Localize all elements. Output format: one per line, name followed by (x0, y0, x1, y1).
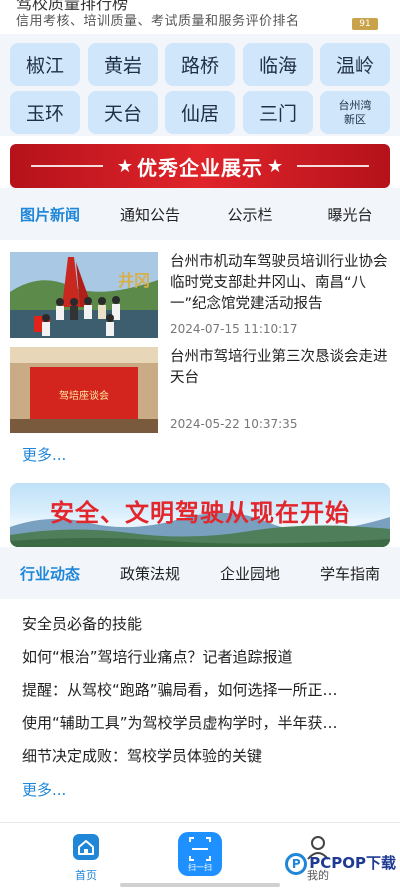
news-thumbnail: 驾培座谈会 (10, 347, 158, 433)
enterprise-banner-label: 优秀企业展示 (137, 155, 263, 180)
article-item[interactable]: 使用“辅助工具”为驾校学员虚构学时，半年获… (22, 711, 382, 744)
region-button-huangyan[interactable]: 黄岩 (88, 43, 158, 86)
news-title: 台州市驾培行业第三次恳谈会走进天台 (170, 349, 388, 386)
region-button-sanmen[interactable]: 三门 (243, 91, 313, 134)
star-icon: ★ (116, 155, 133, 177)
tab-notices[interactable]: 通知公告 (100, 204, 200, 225)
industry-tabs: 行业动态 政策法规 企业园地 学车指南 (0, 547, 400, 599)
tab-exposure[interactable]: 曝光台 (300, 204, 400, 225)
page-subtitle: 信用考核、培训质量、考试质量和服务评价排名 (16, 14, 300, 29)
tab-enterprise-garden[interactable]: 企业园地 (200, 563, 300, 584)
nav-scan[interactable]: 扫一扫 (178, 832, 222, 876)
region-button-yuhuan[interactable]: 玉环 (10, 91, 80, 134)
article-item[interactable]: 提醒：从驾校“跑路”骗局看，如何选择一所正… (22, 678, 382, 711)
watermark-icon: P (285, 852, 308, 875)
region-button-xianju[interactable]: 仙居 (165, 91, 235, 134)
region-button-luqiao[interactable]: 路桥 (165, 43, 235, 86)
safety-slogan: 安全、文明驾驶从现在开始 (50, 499, 350, 527)
watermark-logo: P PCPOP下载 (285, 852, 396, 875)
more-articles-link[interactable]: 更多... (22, 779, 66, 800)
watermark-text: PCPOP下载 (309, 854, 396, 872)
news-date: 2024-05-22 10:37:35 (170, 417, 298, 431)
region-button-linhai[interactable]: 临海 (243, 43, 313, 86)
svg-text:井冈: 井冈 (118, 271, 150, 290)
enterprise-showcase-banner[interactable]: ★ 优秀企业展示 ★ (10, 144, 390, 188)
news-item[interactable]: 井冈 台州市机动车驾驶员培训行业协会临时党支部赴井冈山、南昌“八一”纪念馆党建活… (10, 252, 390, 342)
tab-bulletin[interactable]: 公示栏 (200, 204, 300, 225)
article-item[interactable]: 安全员必备的技能 (22, 612, 382, 645)
nav-home-label: 首页 (75, 869, 97, 882)
news-date: 2024-07-15 11:10:17 (170, 322, 298, 336)
nav-home[interactable]: 首页 (62, 833, 110, 883)
tab-learner-guide[interactable]: 学车指南 (300, 563, 400, 584)
banner-divider-right (297, 165, 370, 167)
news-item[interactable]: 驾培座谈会 台州市驾培行业第三次恳谈会走进天台 2024-05-22 10:37… (10, 347, 390, 435)
news-title: 台州市机动车驾驶员培训行业协会临时党支部赴井冈山、南昌“八一”纪念馆党建活动报告 (170, 254, 388, 312)
region-label-taizhou-bay: 台州湾新区 (338, 98, 372, 126)
tab-picture-news[interactable]: 图片新闻 (0, 204, 100, 225)
tab-policies[interactable]: 政策法规 (100, 563, 200, 584)
tab-industry-news[interactable]: 行业动态 (0, 563, 100, 584)
news-thumbnail: 井冈 (10, 252, 158, 338)
news-tabs: 图片新闻 通知公告 公示栏 曝光台 (0, 188, 400, 240)
article-item[interactable]: 细节决定成败：驾校学员体验的关键 (22, 744, 382, 777)
rank-badge: 91 (352, 18, 378, 30)
region-button-taizhou-bay[interactable]: 台州湾新区 (320, 91, 390, 134)
nav-scan-label: 扫一扫 (188, 863, 212, 872)
banner-divider-left (30, 165, 103, 167)
region-button-wenling[interactable]: 温岭 (320, 43, 390, 86)
region-grid: 椒江 黄岩 路桥 临海 温岭 玉环 天台 仙居 三门 台州湾新区 (0, 34, 400, 136)
top-header: 驾校质量排行榜 信用考核、培训质量、考试质量和服务评价排名 91 (0, 0, 400, 34)
star-icon: ★ (267, 155, 284, 177)
news-image-sign: 驾培座谈会 (59, 391, 109, 402)
more-news-link[interactable]: 更多... (22, 444, 66, 465)
article-item[interactable]: 如何“根治”驾培行业痛点？记者追踪报道 (22, 645, 382, 678)
home-indicator (120, 883, 280, 887)
home-icon (73, 834, 99, 860)
article-list: 安全员必备的技能 如何“根治”驾培行业痛点？记者追踪报道 提醒：从驾校“跑路”骗… (22, 612, 382, 777)
region-button-tiantai[interactable]: 天台 (88, 91, 158, 134)
region-button-jiaojiang[interactable]: 椒江 (10, 43, 80, 86)
safety-banner[interactable]: 安全、文明驾驶从现在开始 (10, 483, 390, 547)
